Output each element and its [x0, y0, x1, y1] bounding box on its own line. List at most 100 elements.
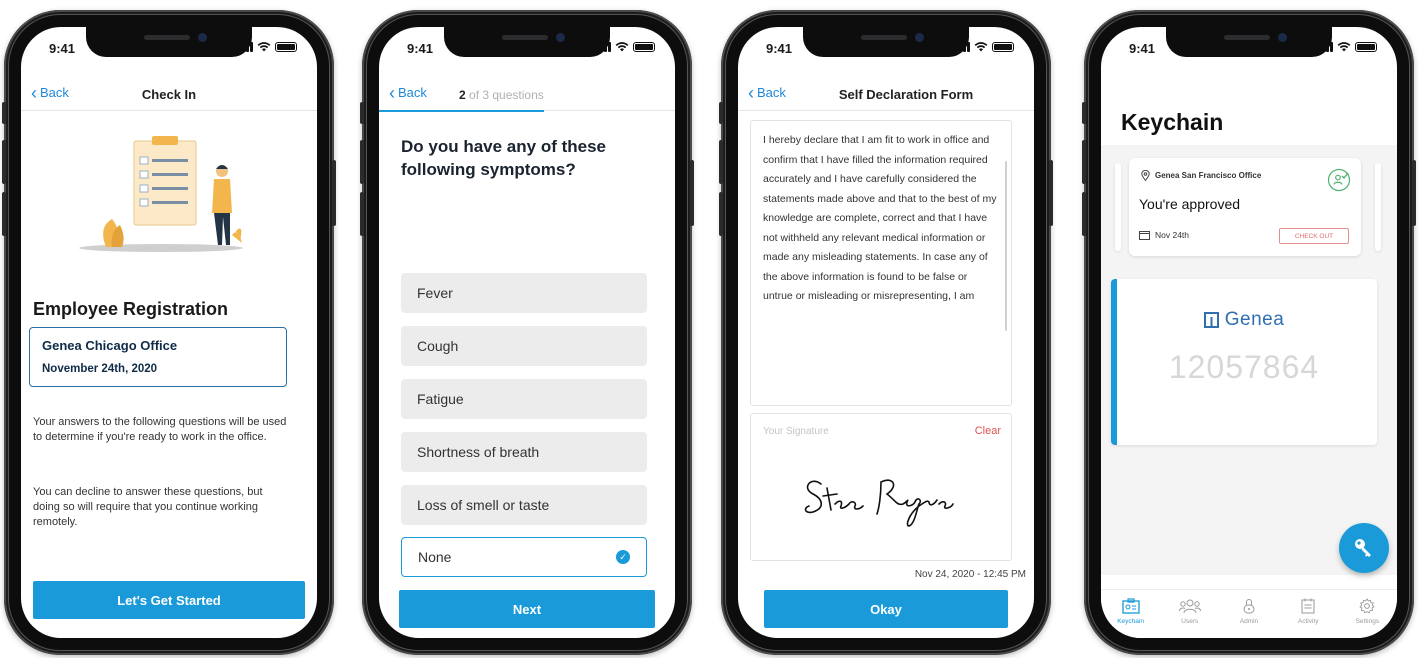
previous-card-peek[interactable]: [1115, 163, 1121, 251]
intro-paragraph: Your answers to the following questions …: [33, 416, 287, 443]
tab-label: Activity: [1297, 618, 1319, 625]
tab-label: Keychain: [1117, 618, 1144, 625]
office-date: November 24th, 2020: [42, 363, 158, 375]
next-card-peek[interactable]: [1375, 163, 1381, 251]
declaration-screen: 9:41 ‹ Back Self Declaration Form I here…: [738, 27, 1034, 638]
notch: [803, 27, 969, 57]
access-card[interactable]: Genea 12057864: [1111, 279, 1377, 445]
approval-status: You're approved: [1139, 196, 1241, 212]
wifi-icon: [257, 42, 271, 52]
phone-button: [1049, 160, 1053, 226]
phone-questionnaire: 9:41 ‹ Back 2 of 3 questions Do you have…: [360, 10, 694, 655]
battery-icon: [992, 42, 1014, 52]
location-name: Genea San Francisco Office: [1155, 171, 1262, 180]
phone-button: [719, 192, 723, 236]
tab-users[interactable]: Users: [1165, 598, 1215, 638]
phone-button: [719, 102, 723, 124]
chevron-left-icon: ‹: [748, 82, 754, 103]
option-label: Cough: [417, 338, 459, 354]
tab-activity[interactable]: Activity: [1283, 598, 1333, 638]
signature-pad[interactable]: Your Signature Clear: [750, 413, 1012, 561]
notch: [1166, 27, 1332, 57]
app-showcase: 9:41 ‹ Back Check In Employee Registrati…: [0, 0, 1420, 658]
tab-keychain[interactable]: Keychain: [1106, 598, 1156, 638]
keychain-screen: 9:41 Keychain Genea San Francisco Office: [1101, 27, 1397, 638]
decline-paragraph: You can decline to answer these question…: [33, 486, 263, 528]
registration-heading: Employee Registration: [33, 299, 229, 319]
tab-label: Settings: [1355, 618, 1380, 625]
genea-logo: Genea: [1111, 309, 1377, 331]
get-started-button[interactable]: Let's Get Started: [33, 581, 305, 619]
approval-card[interactable]: Genea San Francisco Office You're approv…: [1129, 158, 1361, 256]
users-icon: [1178, 599, 1201, 614]
phone-button: [1412, 160, 1416, 226]
signature-ink: [804, 479, 954, 527]
option-label: Loss of smell or taste: [417, 497, 550, 513]
tab-settings[interactable]: Settings: [1342, 598, 1392, 638]
location-row: Genea San Francisco Office: [1141, 170, 1261, 181]
activity-icon: [1301, 598, 1315, 614]
key-icon: [1355, 539, 1371, 557]
phone-button: [1082, 192, 1086, 236]
check-out-button[interactable]: CHECK OUT: [1279, 228, 1349, 244]
calendar-icon: [1139, 231, 1150, 240]
card-number: 12057864: [1168, 349, 1320, 385]
option-none[interactable]: None ✓: [401, 537, 647, 577]
declaration-text: I hereby declare that I am fit to work i…: [763, 134, 997, 302]
progress-current: 2: [459, 88, 466, 102]
phone-button: [360, 140, 364, 184]
questionnaire-screen: 9:41 ‹ Back 2 of 3 questions Do you have…: [379, 27, 675, 638]
phone-button: [1082, 140, 1086, 184]
back-button[interactable]: ‹ Back: [389, 82, 427, 103]
option-cough[interactable]: Cough: [401, 326, 647, 366]
option-fatigue[interactable]: Fatigue: [401, 379, 647, 419]
notch: [444, 27, 610, 57]
tab-admin[interactable]: Admin: [1224, 598, 1274, 638]
back-label: Back: [398, 85, 427, 100]
phone-button: [360, 192, 364, 236]
option-shortness-of-breath[interactable]: Shortness of breath: [401, 432, 647, 472]
phone-button: [2, 140, 6, 184]
gear-icon: [1359, 598, 1376, 614]
phone-button: [719, 140, 723, 184]
nav-bar: ‹ Back Check In: [21, 75, 317, 111]
clipboard-illustration: [79, 136, 243, 252]
status-time: 9:41: [407, 41, 434, 56]
approval-date: Nov 24th: [1155, 230, 1190, 240]
location-pin-icon: [1141, 170, 1150, 181]
key-fab-button[interactable]: [1339, 523, 1389, 573]
wifi-icon: [974, 42, 988, 52]
phone-button: [1082, 102, 1086, 124]
phone-button: [332, 160, 336, 226]
tab-bar: Keychain Users Admin Activity Settings: [1101, 589, 1397, 638]
next-button[interactable]: Next: [399, 590, 655, 628]
brand-name: Genea: [1224, 309, 1285, 330]
declaration-text-box[interactable]: I hereby declare that I am fit to work i…: [750, 120, 1012, 406]
status-time: 9:41: [766, 41, 793, 56]
user-check-icon: [1327, 168, 1351, 192]
clear-button[interactable]: Clear: [975, 425, 1001, 437]
phone-button: [2, 102, 6, 124]
option-loss-of-smell[interactable]: Loss of smell or taste: [401, 485, 647, 525]
okay-button[interactable]: Okay: [764, 590, 1008, 628]
chevron-left-icon: ‹: [389, 82, 395, 103]
battery-icon: [275, 42, 297, 52]
status-time: 9:41: [49, 41, 76, 56]
notch: [86, 27, 252, 57]
scrollbar[interactable]: [1005, 161, 1007, 331]
nav-bar: ‹ Back Self Declaration Form: [738, 75, 1034, 111]
question-text: Do you have any of these following sympt…: [401, 137, 606, 179]
phone-declaration: 9:41 ‹ Back Self Declaration Form I here…: [719, 10, 1053, 655]
progress-bar: [379, 110, 544, 112]
office-card[interactable]: Genea Chicago Office November 24th, 2020: [29, 327, 287, 387]
phone-button: [360, 102, 364, 124]
progress-suffix: of 3 questions: [469, 88, 544, 102]
office-name: Genea Chicago Office: [42, 338, 178, 353]
option-fever[interactable]: Fever: [401, 273, 647, 313]
signature-placeholder: Your Signature: [763, 426, 829, 437]
check-in-screen: 9:41 ‹ Back Check In Employee Registrati…: [21, 27, 317, 638]
battery-icon: [1355, 42, 1377, 52]
page-title: Self Declaration Form: [838, 87, 974, 102]
battery-icon: [633, 42, 655, 52]
signature-timestamp: Nov 24, 2020 - 12:45 PM: [914, 569, 1026, 580]
